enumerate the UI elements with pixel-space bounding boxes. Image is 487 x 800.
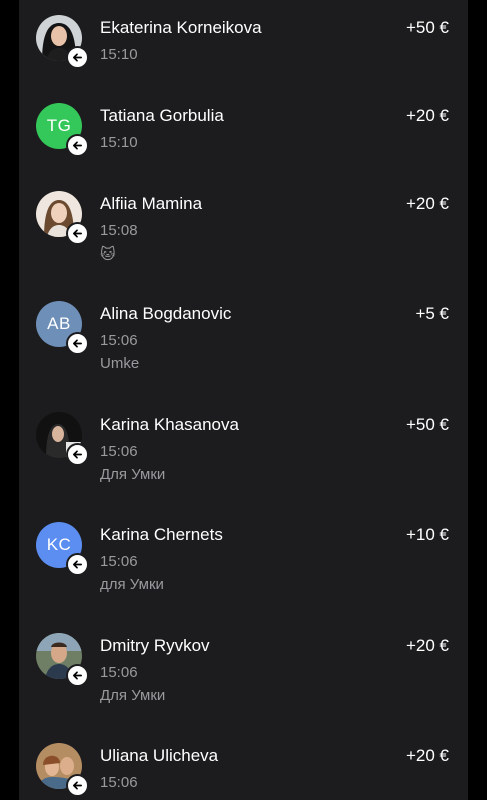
sender-name: Ekaterina Korneikova <box>100 18 262 37</box>
avatar: AB <box>36 301 89 355</box>
avatar <box>36 633 89 687</box>
amount: +20 € <box>405 636 449 655</box>
incoming-badge <box>66 46 89 69</box>
time: 15:06 <box>100 664 138 681</box>
amount: +20 € <box>405 194 449 213</box>
sender-name: Alfiia Mamina <box>100 194 203 213</box>
sender-name: Karina Chernets <box>100 525 223 544</box>
note: для Умки <box>100 576 164 593</box>
transaction-row-alfiia-mamina[interactable]: Alfiia Mamina +20 € 15:08 🐱 <box>19 176 468 286</box>
cat-emoji-note: 🐱 <box>100 246 116 263</box>
note: Для Умки <box>100 466 166 483</box>
incoming-badge <box>66 332 89 355</box>
amount: +50 € <box>405 415 449 434</box>
transaction-row-alina-bogdanovic[interactable]: AB Alina Bogdanovic +5 € 15:06 Umke <box>19 286 468 397</box>
arrow-left-icon <box>73 450 82 459</box>
avatar <box>36 412 89 466</box>
note: Umke <box>100 355 140 372</box>
time: 15:06 <box>100 774 138 791</box>
avatar <box>36 15 89 69</box>
transaction-row-karina-chernets[interactable]: KC Karina Chernets +10 € 15:06 для Умки <box>19 507 468 618</box>
amount: +10 € <box>405 525 449 544</box>
sender-name: Alina Bogdanovic <box>100 304 232 323</box>
avatar: KC <box>36 522 89 576</box>
transaction-row-dmitry-ryvkov[interactable]: Dmitry Ryvkov +20 € 15:06 Для Умки <box>19 618 468 728</box>
arrow-left-icon <box>73 141 82 150</box>
incoming-badge <box>66 774 89 797</box>
transaction-list: Ekaterina Korneikova +50 € 15:10 TG Tati… <box>19 0 468 800</box>
avatar: TG <box>36 103 89 157</box>
time: 15:10 <box>100 46 138 63</box>
sender-name: Dmitry Ryvkov <box>100 636 210 655</box>
time: 15:10 <box>100 134 138 151</box>
incoming-badge <box>66 443 89 466</box>
sender-name: Tatiana Gorbulia <box>100 106 224 125</box>
arrow-left-icon <box>73 781 82 790</box>
amount: +50 € <box>405 18 449 37</box>
note: Для Умки <box>100 687 166 704</box>
sender-name: Karina Khasanova <box>100 415 239 434</box>
avatar <box>36 743 89 797</box>
amount: +5 € <box>415 304 449 323</box>
incoming-badge <box>66 664 89 687</box>
time: 15:06 <box>100 553 138 570</box>
transaction-row-uliana-ulicheva[interactable]: Uliana Ulicheva +20 € 15:06 <box>19 728 468 800</box>
incoming-badge <box>66 222 89 245</box>
transaction-row-tatiana-gorbulia[interactable]: TG Tatiana Gorbulia +20 € 15:10 <box>19 88 468 176</box>
sender-name: Uliana Ulicheva <box>100 746 219 765</box>
amount: +20 € <box>405 106 449 125</box>
transaction-row-karina-khasanova[interactable]: Karina Khasanova +50 € 15:06 Для Умки <box>19 397 468 507</box>
arrow-left-icon <box>73 671 82 680</box>
incoming-badge <box>66 553 89 576</box>
avatar <box>36 191 89 245</box>
arrow-left-icon <box>73 53 82 62</box>
arrow-left-icon <box>73 229 82 238</box>
incoming-badge <box>66 134 89 157</box>
time: 15:06 <box>100 332 138 349</box>
arrow-left-icon <box>73 339 82 348</box>
amount: +20 € <box>405 746 449 765</box>
time: 15:06 <box>100 443 138 460</box>
arrow-left-icon <box>73 560 82 569</box>
time: 15:08 <box>100 222 138 239</box>
